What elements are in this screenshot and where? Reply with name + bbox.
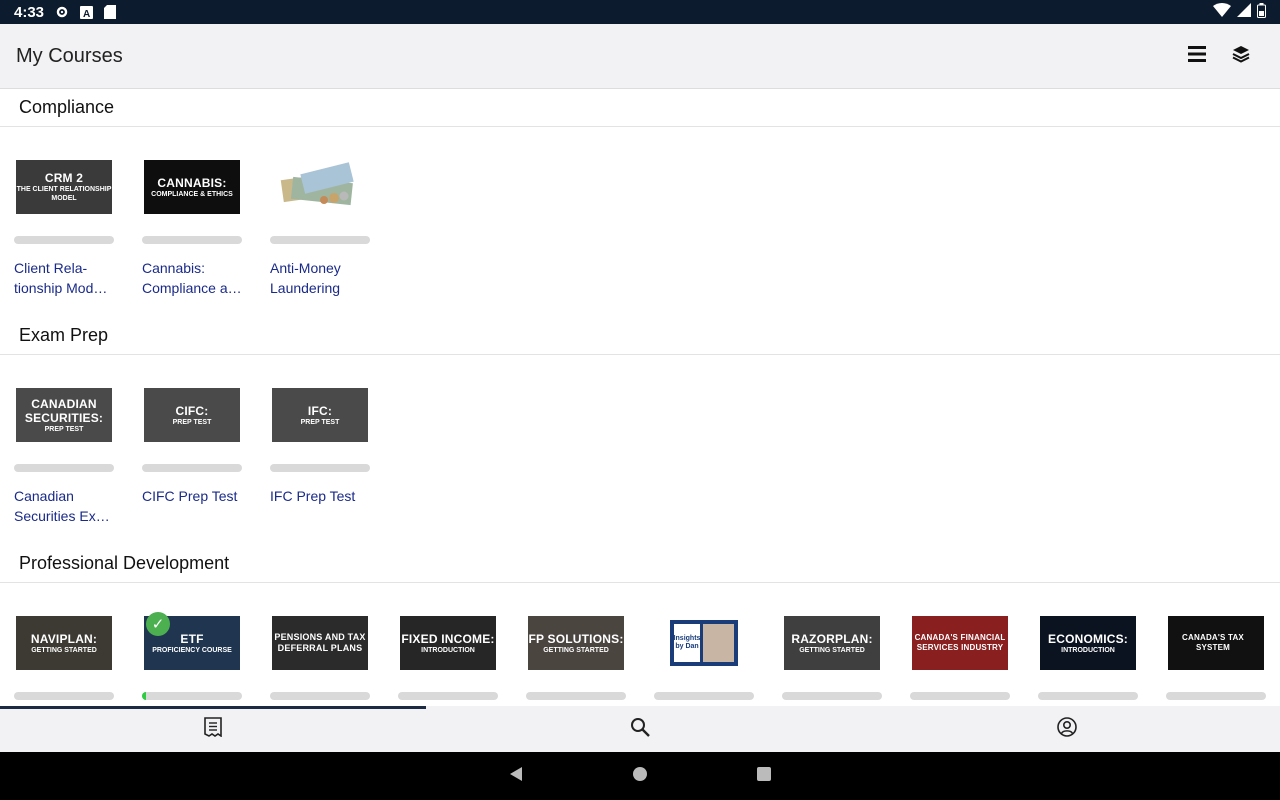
course-thumbnail	[272, 160, 368, 214]
bottom-tab-bar	[0, 706, 1280, 752]
course-card[interactable]: ECONOMICS: INTRODUCTION	[1038, 616, 1138, 706]
home-icon[interactable]	[632, 766, 648, 787]
layers-icon[interactable]	[1232, 45, 1250, 68]
course-row: CANADIAN SECURITIES: PREP TEST Canadian …	[0, 355, 1280, 545]
course-title[interactable]: Cannabis: Compliance a…	[142, 258, 242, 298]
section-title: Compliance	[0, 89, 1280, 127]
course-progress	[782, 692, 882, 700]
course-card[interactable]: CANNABIS: COMPLIANCE & ETHICS Cannabis: …	[142, 160, 242, 317]
tab-profile[interactable]	[853, 706, 1280, 752]
tab-search[interactable]	[427, 706, 854, 752]
course-title[interactable]: Anti-Money Laundering	[270, 258, 370, 298]
course-progress	[398, 692, 498, 700]
course-thumbnail: ECONOMICS: INTRODUCTION	[1040, 616, 1136, 670]
course-thumbnail: FIXED INCOME: INTRODUCTION	[400, 616, 496, 670]
course-title[interactable]: Canadian Securities Ex…	[14, 486, 114, 526]
signal-icon	[1237, 3, 1251, 21]
search-icon	[630, 717, 650, 742]
course-title[interactable]: CIFC Prep Test	[142, 486, 242, 506]
course-card[interactable]: NAVIPLAN: GETTING STARTED	[14, 616, 114, 706]
course-thumbnail: PENSIONS AND TAX DEFERRAL PLANS	[272, 616, 368, 670]
course-progress	[1166, 692, 1266, 700]
page-title: My Courses	[16, 44, 123, 67]
svg-text:A: A	[83, 9, 90, 19]
active-tab-indicator	[0, 706, 426, 709]
course-thumbnail: Insights by Dan	[656, 616, 752, 670]
app-bar: My Courses	[0, 24, 1280, 89]
course-card[interactable]: FP SOLUTIONS: GETTING STARTED	[526, 616, 626, 706]
battery-icon	[1257, 2, 1266, 22]
receipt-icon	[204, 716, 223, 742]
course-thumbnail: CRM 2 THE CLIENT RELATIONSHIP MODEL	[16, 160, 112, 214]
profile-icon	[1056, 716, 1077, 742]
course-progress	[142, 464, 242, 472]
course-row: CRM 2 THE CLIENT RELATIONSHIP MODEL Clie…	[0, 127, 1280, 317]
course-card[interactable]: Insights by Dan	[654, 616, 754, 706]
course-card[interactable]: CRM 2 THE CLIENT RELATIONSHIP MODEL Clie…	[14, 160, 114, 317]
course-card[interactable]: CANADA'S FINANCIAL SERVICES INDUSTRY	[910, 616, 1010, 706]
course-progress	[910, 692, 1010, 700]
course-card[interactable]: PENSIONS AND TAX DEFERRAL PLANS	[270, 616, 370, 706]
course-thumbnail: CANADA'S FINANCIAL SERVICES INDUSTRY	[912, 616, 1008, 670]
section-title: Professional Development	[0, 545, 1280, 583]
back-icon[interactable]	[508, 766, 524, 787]
tab-my-courses[interactable]	[0, 706, 427, 752]
wifi-icon	[1213, 3, 1231, 21]
money-image	[280, 162, 354, 206]
course-progress	[14, 236, 114, 244]
status-time: 4:33	[14, 3, 45, 21]
course-progress	[142, 692, 242, 700]
course-card[interactable]: IFC: PREP TEST IFC Prep Test	[270, 388, 370, 545]
course-title[interactable]: Client Rela-tionship Mod…	[14, 258, 114, 298]
course-card[interactable]: CIFC: PREP TEST CIFC Prep Test	[142, 388, 242, 545]
course-thumbnail: CANADA'S TAX SYSTEM	[1168, 616, 1264, 670]
settings-icon	[54, 4, 70, 20]
course-progress	[142, 236, 242, 244]
course-progress	[526, 692, 626, 700]
courses-list[interactable]: Compliance CRM 2 THE CLIENT RELATIONSHIP…	[0, 89, 1280, 706]
course-thumbnail: FP SOLUTIONS: GETTING STARTED	[528, 616, 624, 670]
course-thumbnail: CIFC: PREP TEST	[144, 388, 240, 442]
sd-card-icon	[102, 4, 118, 20]
course-thumbnail: NAVIPLAN: GETTING STARTED	[16, 616, 112, 670]
course-thumbnail: RAZORPLAN: GETTING STARTED	[784, 616, 880, 670]
status-bar: 4:33 A	[0, 0, 1280, 24]
monitor-image: Insights by Dan	[670, 620, 738, 666]
course-progress	[1038, 692, 1138, 700]
course-progress	[270, 464, 370, 472]
course-thumbnail: CANNABIS: COMPLIANCE & ETHICS	[144, 160, 240, 214]
course-card[interactable]: FIXED INCOME: INTRODUCTION	[398, 616, 498, 706]
course-thumbnail: CANADIAN SECURITIES: PREP TEST	[16, 388, 112, 442]
course-row: NAVIPLAN: GETTING STARTED ETF PROFICIENC…	[0, 583, 1280, 706]
a-icon: A	[78, 4, 94, 20]
course-progress	[14, 464, 114, 472]
course-progress	[270, 236, 370, 244]
course-thumbnail: IFC: PREP TEST	[272, 388, 368, 442]
course-card[interactable]: Anti-Money Laundering	[270, 160, 370, 317]
course-progress	[14, 692, 114, 700]
course-card[interactable]: ETF PROFICIENCY COURSE ✓	[142, 612, 242, 706]
course-card[interactable]: CANADA'S TAX SYSTEM	[1166, 616, 1266, 706]
course-card[interactable]: CANADIAN SECURITIES: PREP TEST Canadian …	[14, 388, 114, 545]
list-icon[interactable]	[1188, 45, 1206, 67]
course-progress	[654, 692, 754, 700]
course-title[interactable]: IFC Prep Test	[270, 486, 370, 506]
recents-icon[interactable]	[756, 766, 772, 787]
system-nav-bar	[0, 752, 1280, 800]
section-title: Exam Prep	[0, 317, 1280, 355]
course-progress	[270, 692, 370, 700]
course-card[interactable]: RAZORPLAN: GETTING STARTED	[782, 616, 882, 706]
completed-check-icon: ✓	[146, 612, 170, 636]
